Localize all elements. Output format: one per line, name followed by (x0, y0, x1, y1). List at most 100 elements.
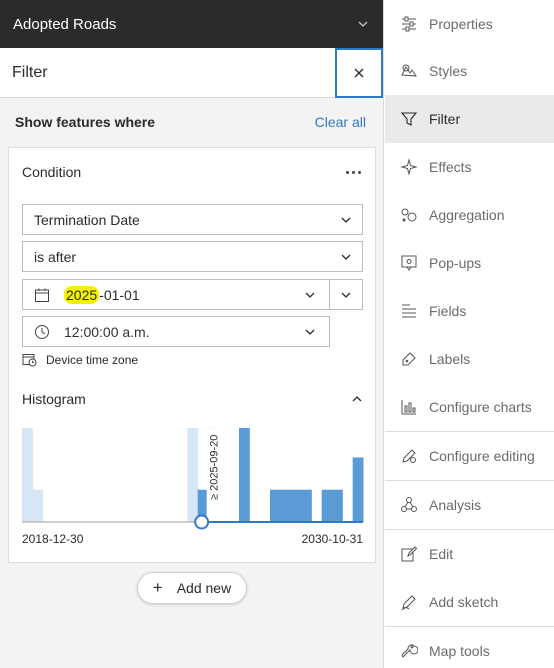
sparkle-icon (400, 158, 418, 176)
histogram-bar (22, 427, 33, 522)
histogram-bar (239, 427, 250, 522)
histogram-bar (32, 489, 44, 522)
date-options-button[interactable] (330, 279, 363, 310)
operator-select[interactable]: is after (22, 241, 363, 272)
histogram-bar (321, 489, 333, 522)
nav-item-fields[interactable]: Fields (385, 287, 554, 335)
chevron-down-icon (341, 292, 351, 298)
condition-card: Condition Termination Date is after 2025… (8, 147, 376, 563)
nav-item-configure-charts[interactable]: Configure charts (385, 383, 554, 431)
condition-title: Condition (22, 164, 82, 180)
nav-label: Configure charts (429, 399, 532, 415)
nav-label: Aggregation (429, 207, 505, 223)
nav-label: Configure editing (429, 448, 535, 464)
nav-label: Filter (429, 111, 461, 127)
histogram-bar (290, 489, 302, 522)
nav-item-configure-editing[interactable]: Configure editing (385, 432, 554, 480)
date-row: 2025 -01-01 (22, 279, 363, 310)
time-input[interactable]: 12:00:00 a.m. (22, 316, 330, 347)
histogram-bar (280, 489, 292, 522)
nav-label: Labels (429, 351, 471, 367)
layer-tools-nav: Properties Styles Filter Effects Aggrega… (385, 0, 554, 668)
more-options-icon[interactable] (346, 170, 361, 174)
nav-label: Map tools (429, 643, 490, 659)
sliders-icon (402, 16, 416, 32)
time-value: 12:00:00 a.m. (64, 323, 150, 340)
chevron-down-icon (305, 329, 315, 335)
nav-label: Analysis (429, 497, 482, 513)
nav-item-properties[interactable]: Properties (385, 0, 554, 48)
popup-icon (401, 255, 417, 271)
slider-value-label: ≥ 2025-09-20 (209, 435, 221, 500)
close-icon (354, 68, 364, 78)
filter-title: Filter (12, 63, 48, 81)
nav-item-aggregation[interactable]: Aggregation (385, 191, 554, 239)
timezone-label: Device time zone (46, 352, 139, 367)
chevron-down-icon (305, 292, 315, 298)
date-input[interactable]: 2025 -01-01 (22, 279, 330, 310)
nav-item-styles[interactable]: Styles (385, 47, 554, 95)
histogram-bar (270, 489, 281, 522)
nav-label: Edit (429, 546, 454, 562)
nav-item-popups[interactable]: Pop-ups (385, 239, 554, 287)
chevron-up-icon[interactable] (351, 393, 363, 405)
wrench-icon (401, 644, 418, 658)
show-features-row: Show features where Clear all (0, 98, 383, 146)
nav-label: Styles (429, 63, 468, 79)
histogram-bar (301, 489, 312, 522)
histogram-bar (187, 427, 199, 522)
fields-icon (402, 304, 416, 318)
add-new-label: Add new (176, 580, 232, 596)
histogram-bar (332, 489, 343, 522)
clear-all-link[interactable]: Clear all (315, 114, 366, 130)
histogram-title: Histogram (22, 391, 86, 407)
slider-thumb[interactable] (194, 514, 210, 530)
layer-header[interactable]: Adopted Roads (0, 0, 383, 48)
chevron-down-icon[interactable] (357, 18, 369, 30)
clock-icon (35, 324, 49, 339)
styles-icon (401, 64, 417, 77)
nav-item-add-sketch[interactable]: Add sketch (385, 578, 554, 626)
add-new-button[interactable]: + Add new (137, 572, 247, 604)
chevron-down-icon (341, 217, 351, 223)
edit-icon (401, 546, 418, 562)
nav-item-analysis[interactable]: Analysis (385, 481, 554, 529)
aggregation-icon (401, 208, 417, 222)
nav-item-map-tools[interactable]: Map tools (385, 627, 554, 668)
field-select[interactable]: Termination Date (22, 204, 363, 235)
nav-item-effects[interactable]: Effects (385, 143, 554, 191)
histogram-max-label: 2030-10-31 (301, 532, 363, 546)
filter-icon (400, 112, 418, 126)
nav-item-edit[interactable]: Edit (385, 530, 554, 578)
analysis-icon (401, 497, 417, 512)
nav-label: Add sketch (429, 594, 499, 610)
date-value: 2025 -01-01 (64, 285, 140, 304)
date-highlight: 2025 (64, 285, 100, 304)
timezone-row: Device time zone (22, 352, 138, 367)
chevron-down-icon (341, 254, 351, 260)
histogram: ≥ 2025-09-20 2018-12-30 2030-10-31 (22, 427, 364, 546)
filter-header: Filter (0, 48, 383, 98)
label-icon (402, 352, 416, 366)
device-timezone-icon (22, 354, 37, 367)
histogram-min-label: 2018-12-30 (22, 532, 84, 546)
histogram-bar (352, 457, 364, 522)
sketch-icon (401, 595, 416, 611)
chart-icon (401, 400, 416, 415)
show-features-label: Show features where (15, 114, 156, 130)
date-rest: -01-01 (99, 286, 140, 303)
histogram-header[interactable]: Histogram (22, 391, 363, 407)
nav-label: Properties (429, 16, 493, 32)
nav-label: Effects (429, 159, 472, 175)
nav-item-filter[interactable]: Filter (385, 95, 554, 143)
operator-select-value: is after (34, 248, 77, 265)
plus-icon: + (152, 578, 163, 597)
calendar-icon (35, 288, 49, 302)
nav-item-labels[interactable]: Labels (385, 335, 554, 383)
close-button[interactable] (335, 48, 383, 98)
histogram-chart: ≥ 2025-09-20 (22, 427, 364, 530)
condition-header: Condition (9, 148, 375, 196)
field-select-value: Termination Date (34, 211, 140, 228)
filter-panel: Adopted Roads Filter Show features where… (0, 0, 384, 668)
nav-label: Fields (429, 303, 467, 319)
